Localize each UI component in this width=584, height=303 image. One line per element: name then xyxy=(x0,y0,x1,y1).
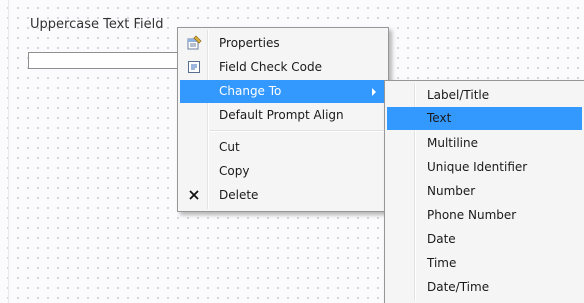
submenu-item-label-title[interactable]: Label/Title xyxy=(387,84,582,107)
menu-item-label: Properties xyxy=(219,36,280,50)
menu-item-label: Delete xyxy=(219,188,259,202)
menu-separator xyxy=(210,130,386,132)
field-check-code-icon xyxy=(186,59,202,75)
submenu-item-text[interactable]: Text xyxy=(387,107,582,130)
submenu-item-unique-identifier[interactable]: Unique Identifier xyxy=(387,156,582,179)
menu-item-label: Copy xyxy=(219,164,250,178)
delete-x-icon xyxy=(186,187,202,203)
submenu-item-label: Date xyxy=(427,232,456,246)
menu-item-label: Cut xyxy=(219,140,240,154)
change-to-submenu: Label/Title Text Multiline Unique Identi… xyxy=(384,80,584,303)
menu-item-change-to[interactable]: Change To xyxy=(180,80,386,103)
submenu-item-date[interactable]: Date xyxy=(387,228,582,251)
submenu-item-label: Text xyxy=(427,111,452,125)
submenu-item-number[interactable]: Number xyxy=(387,180,582,203)
submenu-item-time[interactable]: Time xyxy=(387,252,582,275)
submenu-item-multiline[interactable]: Multiline xyxy=(387,132,582,155)
submenu-arrow-icon xyxy=(372,88,376,96)
submenu-item-date-time[interactable]: Date/Time xyxy=(387,276,582,299)
field-prompt-label[interactable]: Uppercase Text Field xyxy=(30,17,164,32)
menu-item-delete[interactable]: Delete xyxy=(180,184,386,207)
uppercase-text-input[interactable] xyxy=(28,52,184,69)
menu-item-label: Field Check Code xyxy=(219,60,322,74)
submenu-item-label: Phone Number xyxy=(427,208,517,222)
menu-item-copy[interactable]: Copy xyxy=(180,160,386,183)
menu-item-label: Change To xyxy=(219,84,282,98)
submenu-item-label: Number xyxy=(427,184,476,198)
submenu-item-label: Date/Time xyxy=(427,280,490,294)
canvas-edge xyxy=(8,0,9,303)
submenu-item-label: Multiline xyxy=(427,136,478,150)
properties-icon xyxy=(186,35,202,51)
submenu-item-label: Unique Identifier xyxy=(427,160,528,174)
menu-item-cut[interactable]: Cut xyxy=(180,136,386,159)
menu-item-label: Default Prompt Align xyxy=(219,108,344,122)
menu-item-default-prompt-align[interactable]: Default Prompt Align xyxy=(180,104,386,127)
submenu-item-label: Label/Title xyxy=(427,88,490,102)
submenu-item-label: Time xyxy=(427,256,457,270)
menu-item-properties[interactable]: Properties xyxy=(180,32,386,55)
menu-item-field-check-code[interactable]: Field Check Code xyxy=(180,56,386,79)
submenu-item-phone-number[interactable]: Phone Number xyxy=(387,204,582,227)
context-menu: Properties Field Check Code Change To De… xyxy=(177,27,389,212)
